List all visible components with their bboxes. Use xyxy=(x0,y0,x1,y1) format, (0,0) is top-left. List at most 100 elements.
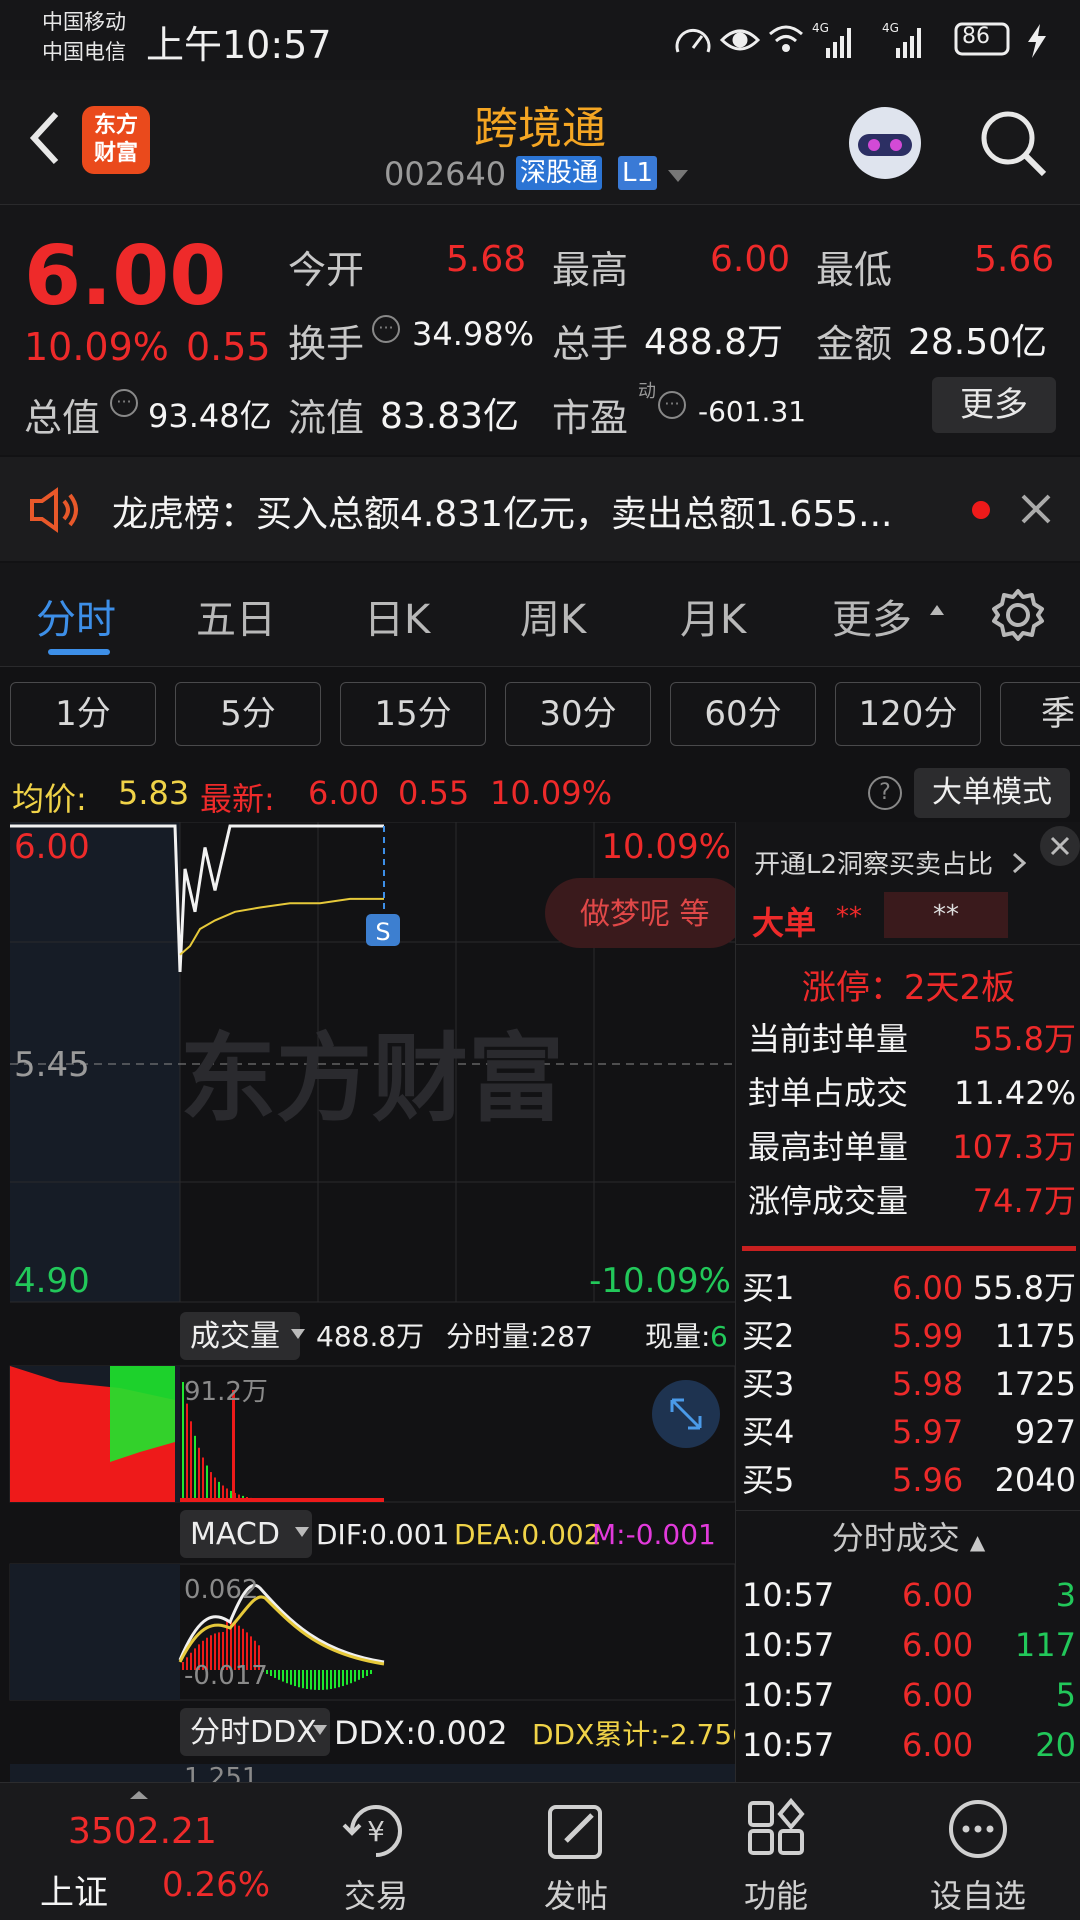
index-value[interactable]: 3502.21 xyxy=(68,1811,217,1852)
vol-bar xyxy=(206,1465,208,1502)
vol-total: 488.8万 xyxy=(316,1320,424,1353)
tab-daily-k[interactable]: 日K xyxy=(364,587,430,645)
tab-monthly-k[interactable]: 月K xyxy=(680,587,746,645)
current-price: 6.00 xyxy=(24,229,227,324)
ddx-value: DDX:0.002 xyxy=(334,1714,508,1752)
change-amount: 0.55 xyxy=(186,325,271,369)
subtab-15min[interactable]: 15分 xyxy=(340,682,486,746)
danmu-text: 做梦呢 等 xyxy=(580,897,710,932)
info-icon[interactable]: ··· xyxy=(658,391,686,419)
bid-row[interactable]: 买5 5.96 2040 xyxy=(742,1456,1076,1504)
info-icon[interactable]: ··· xyxy=(372,315,400,343)
amount-value: 28.50亿 xyxy=(908,322,1048,363)
macd-bar xyxy=(338,1670,340,1688)
subtab-season[interactable]: 季 xyxy=(1000,682,1080,746)
bid-row[interactable]: 买2 5.99 1175 xyxy=(742,1312,1076,1360)
close-button[interactable] xyxy=(1040,826,1080,866)
intraday-chart[interactable]: 东方财富 S 6.00 5.45 4.90 10.09% -10.09% 做梦呢… xyxy=(0,822,735,1782)
macd-bar xyxy=(350,1670,352,1684)
big-order-stars-box: ** xyxy=(884,892,1008,938)
page-title: 跨境通 xyxy=(474,103,606,154)
carrier-2: 中国电信 xyxy=(42,40,126,64)
low-value: 5.66 xyxy=(974,239,1055,280)
news-banner[interactable]: 龙虎榜：买入总额4.831亿元，卖出总额1.655... xyxy=(0,457,1080,561)
vol-bar xyxy=(202,1457,204,1502)
sell-marker-text: S xyxy=(375,918,390,946)
ddx-sum: DDX累计:-2.756 xyxy=(532,1718,735,1751)
tab-weekly-k[interactable]: 周K xyxy=(520,587,586,645)
info-icon[interactable]: ··· xyxy=(110,389,138,417)
nav-functions[interactable]: 功能 xyxy=(706,1797,846,1917)
stat-row: 当前封单量 55.8万 xyxy=(748,1020,1076,1058)
mktcap-value: 93.48亿 xyxy=(148,397,272,435)
mktcap-label: 总值 xyxy=(24,396,101,440)
tab-indicator xyxy=(48,649,110,655)
tab-more[interactable]: 更多 xyxy=(832,587,912,645)
caret-up-icon xyxy=(930,605,944,615)
latest-pct: 10.09% xyxy=(490,774,613,812)
close-icon[interactable] xyxy=(1020,493,1052,525)
vol-bar xyxy=(198,1447,200,1502)
more-button[interactable]: 更多 xyxy=(932,377,1056,433)
change-percent: 10.09% xyxy=(24,325,169,369)
subtab-30min[interactable]: 30分 xyxy=(505,682,651,746)
tag-sgt[interactable]: 深股通 xyxy=(516,156,603,190)
nav-post[interactable]: 发帖 xyxy=(506,1797,646,1917)
vol-now: 6 xyxy=(710,1320,728,1353)
macd-bar xyxy=(366,1670,368,1677)
settings-gear-icon[interactable] xyxy=(990,587,1046,643)
macd-bar xyxy=(278,1670,280,1680)
status-bar: 中国移动 中国电信 上午10:57 4G 4G 86 xyxy=(0,0,1080,80)
stat-row: 最高封单量 107.3万 xyxy=(748,1128,1076,1166)
vol-bar xyxy=(186,1403,188,1502)
ticks-header[interactable]: 分时成交 ▲ xyxy=(736,1510,1080,1564)
macd-bar xyxy=(326,1670,328,1690)
nav-trade[interactable]: ¥ 交易 xyxy=(306,1797,446,1917)
pe-sup: 动 xyxy=(638,381,656,402)
grid-apps-icon xyxy=(748,1797,805,1855)
vol-bar xyxy=(194,1435,196,1502)
unread-dot xyxy=(972,501,990,519)
volume-label: 总手 xyxy=(552,322,629,366)
macd-bar xyxy=(298,1670,300,1688)
status-icons: 4G 4G xyxy=(675,21,1046,58)
search-icon[interactable] xyxy=(978,108,1048,178)
vol-max: 91.2万 xyxy=(184,1377,268,1407)
chevron-down-icon[interactable] xyxy=(666,168,690,184)
big-order-label: 大单 xyxy=(752,904,817,942)
vol-bar xyxy=(190,1421,192,1502)
tab-intraday[interactable]: 分时 xyxy=(36,587,116,645)
status-time: 上午10:57 xyxy=(146,23,332,67)
avg-price-line xyxy=(179,897,384,956)
svg-text:4G: 4G xyxy=(882,21,899,35)
caret-down-icon xyxy=(295,1527,309,1537)
limit-up-info: 涨停：2天2板 xyxy=(801,968,1016,1008)
chevron-right-icon[interactable] xyxy=(1012,852,1026,874)
bid-row[interactable]: 买1 6.00 55.8万 xyxy=(742,1264,1076,1312)
avg-value: 5.83 xyxy=(118,774,190,812)
macd-bar xyxy=(270,1670,272,1677)
bid-row[interactable]: 买4 5.97 927 xyxy=(742,1408,1076,1456)
subtab-1min[interactable]: 1分 xyxy=(10,682,156,746)
volume-value: 488.8万 xyxy=(644,322,784,363)
robot-avatar-icon[interactable] xyxy=(842,100,928,186)
macd-bar xyxy=(302,1670,304,1689)
back-icon[interactable] xyxy=(24,108,64,168)
big-order-mode-button[interactable]: 大单模式 xyxy=(914,768,1070,818)
bid-row[interactable]: 买3 5.98 1725 xyxy=(742,1360,1076,1408)
subtab-60min[interactable]: 60分 xyxy=(670,682,816,746)
help-icon[interactable]: ? xyxy=(868,776,902,810)
tab-5day[interactable]: 五日 xyxy=(196,587,276,645)
vol-bar xyxy=(210,1472,212,1502)
vol-bar xyxy=(180,1498,384,1502)
stock-code: 002640 xyxy=(384,155,507,193)
battery-level: 86 xyxy=(962,24,990,49)
latest-label: 最新: xyxy=(200,780,275,818)
more-circle-icon xyxy=(949,1800,1007,1858)
subtab-120min[interactable]: 120分 xyxy=(835,682,981,746)
tag-l1[interactable]: L1 xyxy=(618,156,658,190)
subtab-5min[interactable]: 5分 xyxy=(175,682,321,746)
avg-label: 均价: xyxy=(12,780,87,818)
nav-watchlist[interactable]: 设自选 xyxy=(908,1797,1048,1917)
l2-promo[interactable]: 开通L2洞察买卖占比 xyxy=(754,844,993,881)
